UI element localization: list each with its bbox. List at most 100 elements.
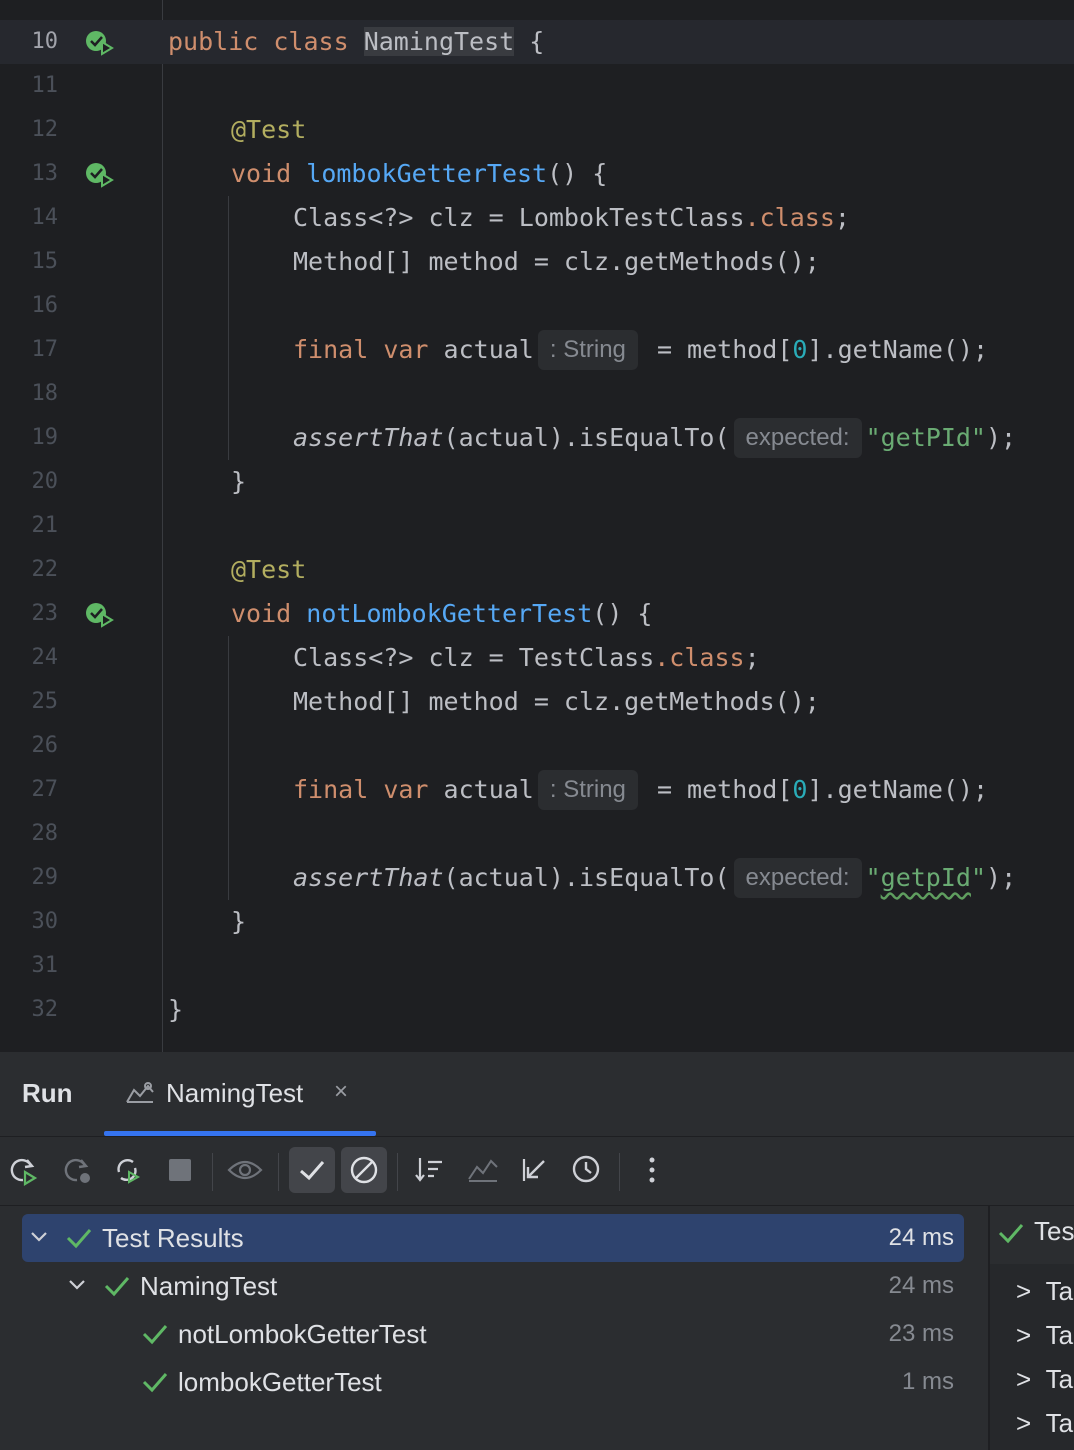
code-line[interactable]: 16 [0, 284, 1074, 328]
line-number: 32 [31, 997, 59, 1022]
tab-label: NamingTest [166, 1078, 304, 1108]
code-line[interactable]: 11 [0, 64, 1074, 108]
code-line[interactable]: 15 Method[] method = clz.getMethods(); [0, 240, 1074, 284]
stop-button[interactable] [157, 1147, 203, 1193]
code-line[interactable]: 31 [0, 944, 1074, 988]
code-text: Class<?> clz = TestClass.class; [293, 643, 760, 672]
code-line[interactable]: 27 final var actual: String = method[0].… [0, 768, 1074, 812]
line-number: 11 [31, 73, 59, 98]
code-line[interactable]: 26 [0, 724, 1074, 768]
chevron-down-icon[interactable] [30, 1230, 48, 1244]
console-output-pane[interactable]: Tes > Ta > Ta > Ta > Ta [988, 1206, 1074, 1450]
type-inlay-hint: : String [537, 330, 638, 370]
toolbar-separator [397, 1153, 398, 1191]
code-line[interactable]: 30 } [0, 900, 1074, 944]
code-text: assertThat(actual).isEqualTo(expected: "g… [293, 416, 1016, 460]
code-line[interactable]: 28 [0, 812, 1074, 856]
toolbar-separator [212, 1153, 213, 1191]
run-tool-window: Run NamingTest × Test Results 24 ms Nami… [0, 1052, 1074, 1450]
run-panel-header: Run NamingTest × [0, 1052, 1074, 1137]
toolbar-separator [278, 1153, 279, 1191]
code-line[interactable]: 13 void lombokGetterTest() { [0, 152, 1074, 196]
line-number: 10 [31, 29, 59, 54]
show-passed-eye-button[interactable] [222, 1147, 268, 1193]
code-line[interactable]: 20 } [0, 460, 1074, 504]
test-results-tree[interactable]: Test Results 24 ms NamingTest 24 ms notL… [0, 1206, 988, 1450]
test-annotation: @Test [231, 555, 307, 584]
line-number: 16 [31, 293, 59, 318]
code-text: final var actual: String = method[0].get… [293, 328, 988, 372]
rerun-icon [10, 1158, 38, 1186]
code-line[interactable]: 24 Class<?> clz = TestClass.class; [0, 636, 1074, 680]
tree-row-naming-test[interactable]: NamingTest 24 ms [22, 1262, 964, 1310]
import-tests-button[interactable] [460, 1147, 506, 1193]
line-number: 28 [31, 821, 59, 846]
code-line[interactable]: 29 assertThat(actual).isEqualTo(expected… [0, 856, 1074, 900]
collapse-button[interactable] [512, 1147, 558, 1193]
test-passed-run-icon[interactable] [84, 30, 116, 56]
more-options-button[interactable] [629, 1147, 675, 1193]
clock-icon [572, 1155, 600, 1183]
duration: 1 ms [901, 1368, 954, 1395]
code-text: } [231, 907, 247, 936]
tab-naming-test[interactable]: NamingTest × [104, 1052, 376, 1136]
code-line[interactable]: 22 @Test [0, 548, 1074, 592]
tree-row-test-results[interactable]: Test Results 24 ms [22, 1214, 964, 1262]
test-passed-run-icon[interactable] [84, 162, 116, 188]
console-item[interactable]: > Ta [1016, 1320, 1073, 1351]
line-number: 19 [31, 425, 59, 450]
method-declaration: void lombokGetterTest() { [231, 159, 608, 188]
tree-row-test[interactable]: lombokGetterTest 1 ms [22, 1358, 964, 1406]
code-line[interactable]: 32 } [0, 988, 1074, 1032]
code-line[interactable]: 19 assertThat(actual).isEqualTo(expected… [0, 416, 1074, 460]
console-item[interactable]: > Ta [1016, 1408, 1073, 1439]
line-number: 20 [31, 469, 59, 494]
chevron-down-icon[interactable] [68, 1278, 86, 1292]
console-item[interactable]: > Ta [1016, 1276, 1073, 1307]
code-line[interactable]: 14 Class<?> clz = LombokTestClass.class; [0, 196, 1074, 240]
line-number: 14 [31, 205, 59, 230]
tree-label: Test Results [102, 1223, 244, 1253]
code-text: } [231, 467, 247, 496]
line-number: 25 [31, 689, 59, 714]
rerun-failed-button[interactable] [54, 1147, 100, 1193]
duration: 24 ms [888, 1272, 954, 1299]
parameter-inlay-hint: expected: [733, 418, 862, 458]
line-number: 17 [31, 337, 59, 362]
more-vertical-icon [649, 1157, 655, 1183]
code-text: assertThat(actual).isEqualTo(expected: "g… [293, 856, 1016, 900]
passed-check-icon [142, 1373, 168, 1393]
tree-label: NamingTest [140, 1271, 278, 1301]
run-toolbar [0, 1137, 1074, 1206]
code-line[interactable]: 25 Method[] method = clz.getMethods(); [0, 680, 1074, 724]
code-line[interactable]: 23 void notLombokGetterTest() { [0, 592, 1074, 636]
show-ignored-toggle[interactable] [341, 1147, 387, 1193]
code-line[interactable]: 17 final var actual: String = method[0].… [0, 328, 1074, 372]
test-passed-run-icon[interactable] [84, 602, 116, 628]
console-item[interactable]: > Ta [1016, 1364, 1073, 1395]
run-title: Run [22, 1078, 73, 1108]
code-line[interactable]: 10 public class NamingTest { [0, 20, 1074, 64]
sort-button[interactable] [408, 1147, 454, 1193]
passed-check-icon [142, 1325, 168, 1345]
test-history-chart-icon [468, 1159, 498, 1182]
indent-guide [228, 636, 229, 900]
show-passed-toggle[interactable] [289, 1147, 335, 1193]
rerun-button[interactable] [0, 1147, 46, 1193]
code-line[interactable]: 21 [0, 504, 1074, 548]
toggle-auto-test-button[interactable] [104, 1147, 150, 1193]
code-line[interactable]: 12 @Test [0, 108, 1074, 152]
code-line[interactable]: 18 [0, 372, 1074, 416]
line-number: 21 [31, 513, 59, 538]
code-editor[interactable]: 10 public class NamingTest { 11 12 @Test… [0, 0, 1074, 1052]
close-icon[interactable]: × [334, 1078, 348, 1106]
passed-check-icon [998, 1224, 1024, 1244]
line-number: 15 [31, 249, 59, 274]
test-annotation: @Test [231, 115, 307, 144]
tree-row-test[interactable]: notLombokGetterTest 23 ms [22, 1310, 964, 1358]
method-declaration: void notLombokGetterTest() { [231, 599, 653, 628]
line-number: 24 [31, 645, 59, 670]
test-history-button[interactable] [564, 1147, 610, 1193]
line-number: 22 [31, 557, 59, 582]
stop-icon [169, 1159, 191, 1181]
